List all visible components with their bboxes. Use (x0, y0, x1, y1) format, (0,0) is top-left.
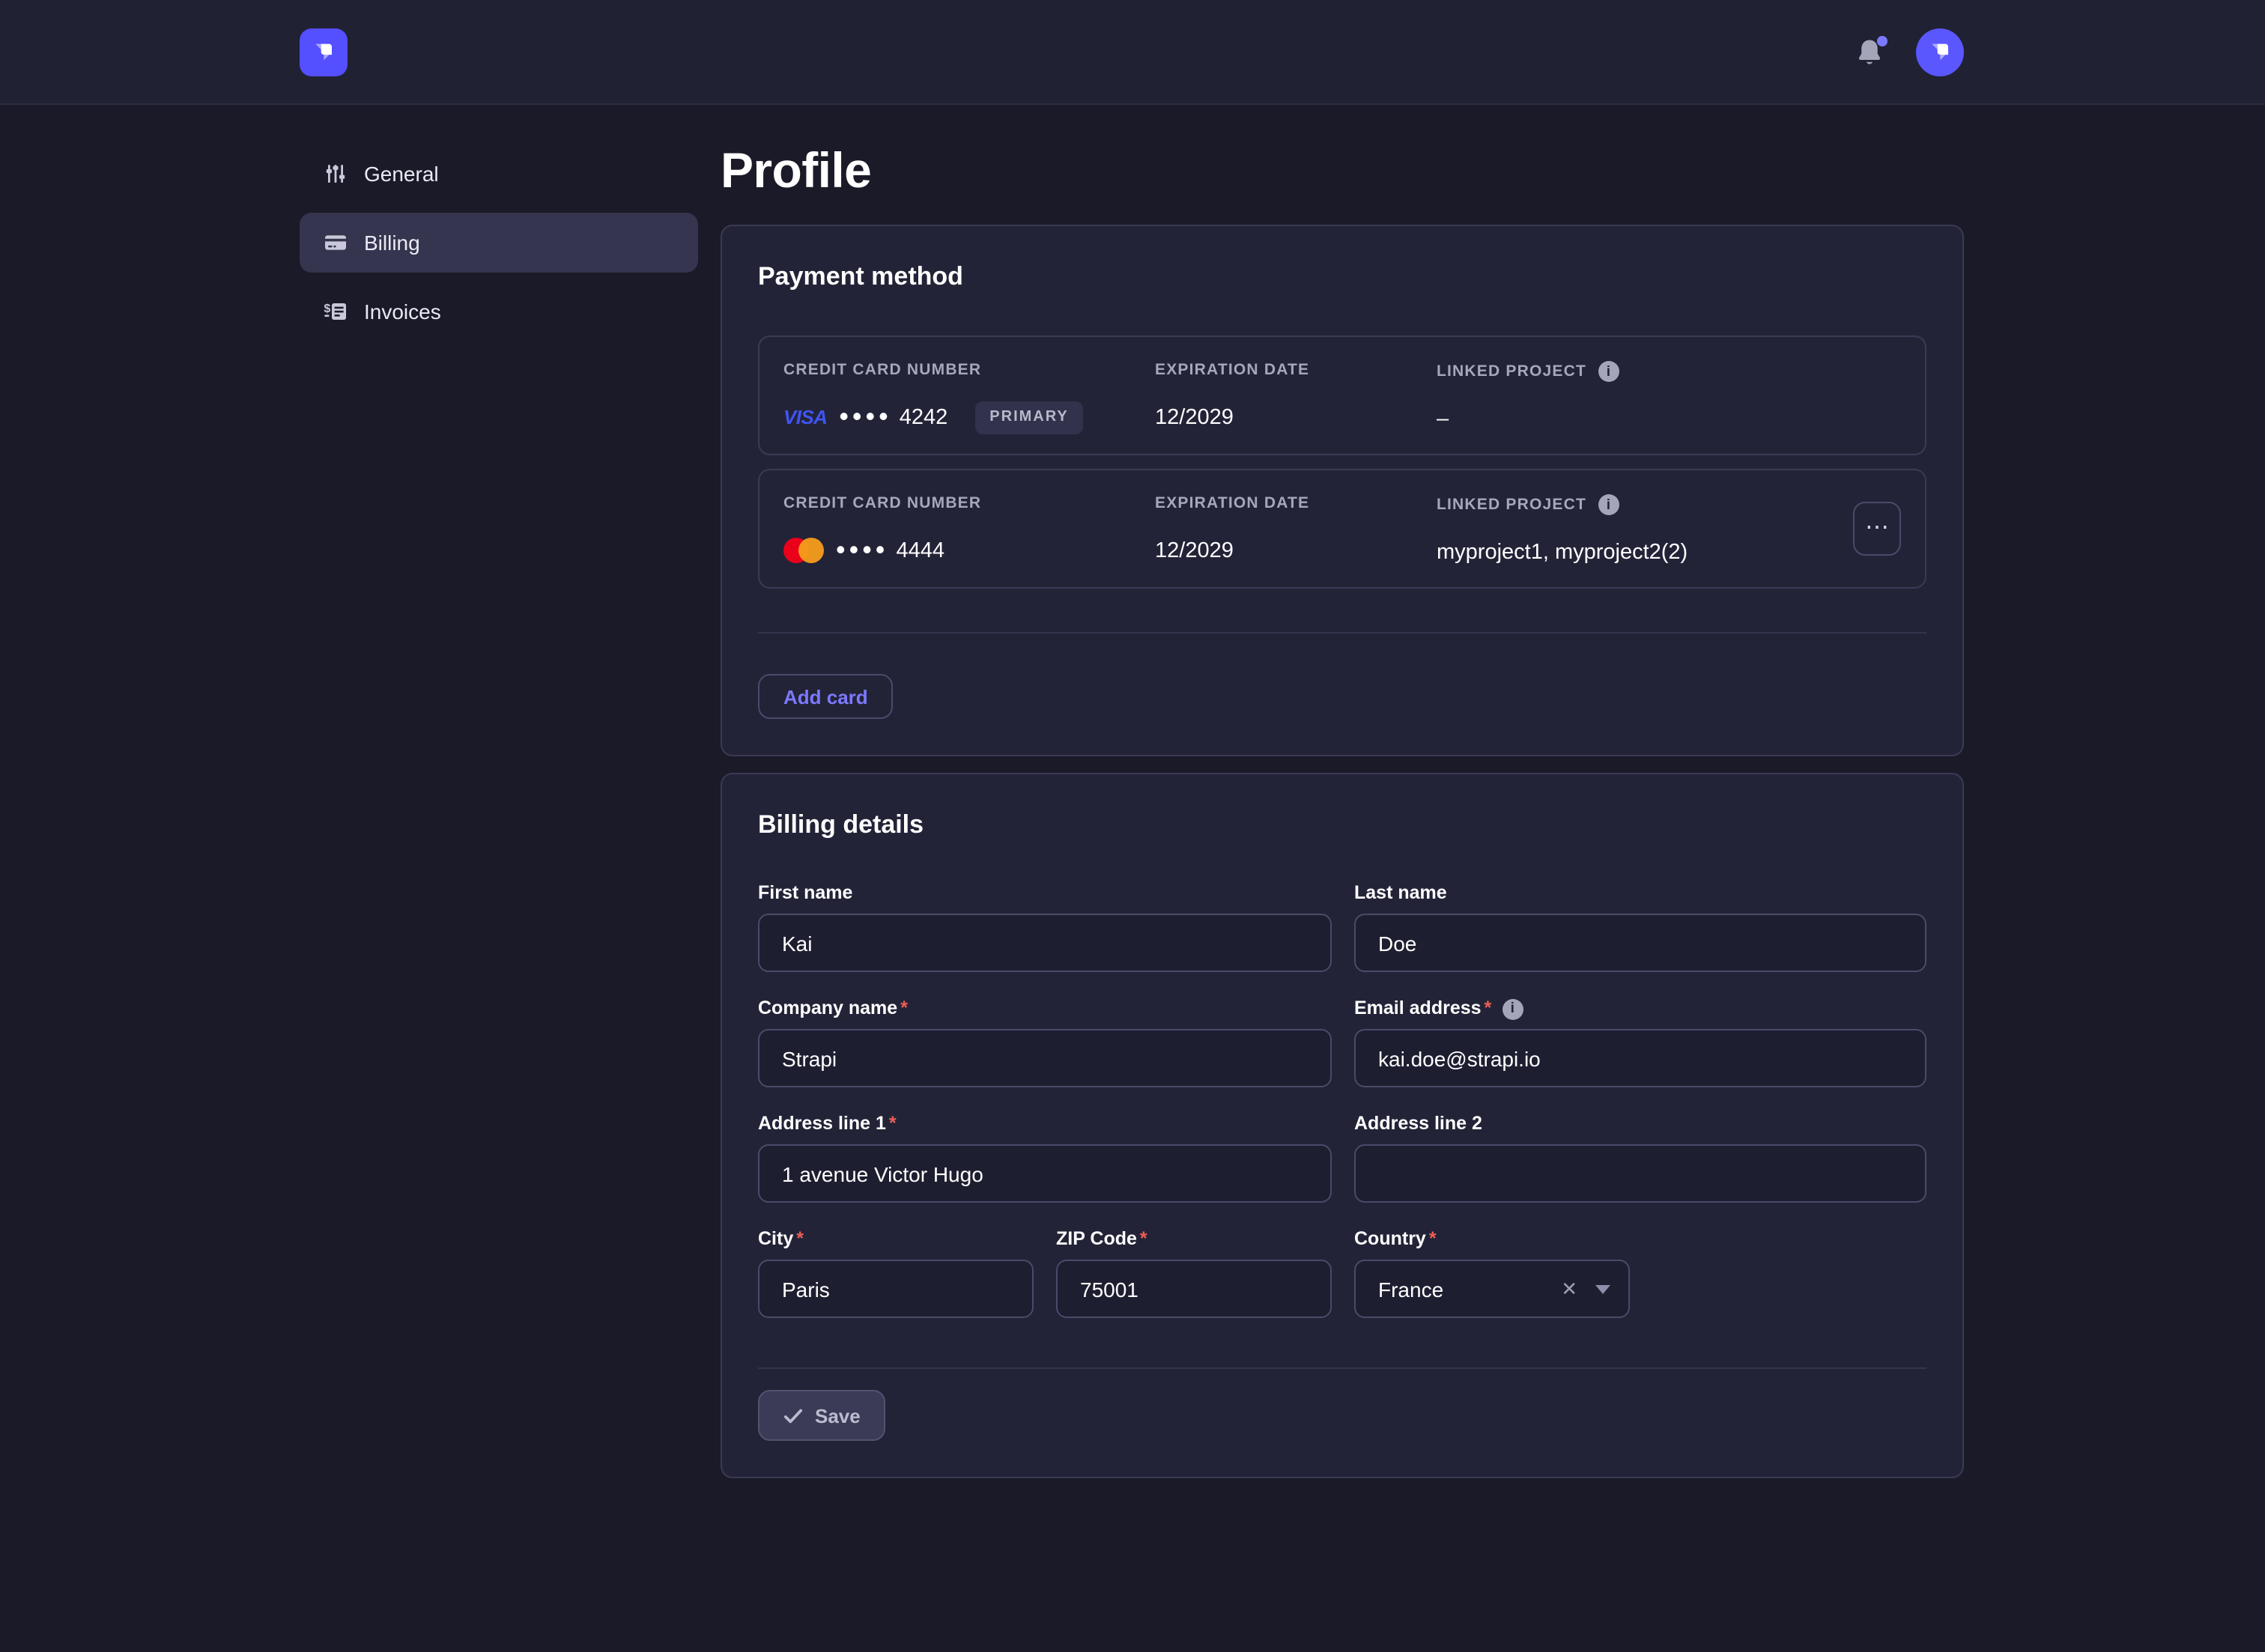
panel-divider (758, 632, 1926, 634)
sidebar-item-label: Billing (364, 231, 420, 255)
clear-selection-icon[interactable]: ✕ (1561, 1277, 1577, 1301)
primary-badge: PRIMARY (974, 401, 1084, 434)
sidebar-item-label: Invoices (364, 300, 441, 324)
card-last4: 4444 (896, 538, 944, 562)
billing-details-title: Billing details (758, 810, 1926, 840)
svg-text:$: $ (324, 303, 330, 315)
strapi-logo[interactable] (300, 28, 348, 76)
country-label: Country* (1354, 1228, 1926, 1251)
visa-logo-icon: VISA (783, 406, 827, 428)
first-name-input[interactable] (758, 914, 1332, 972)
invoice-icon: $ (324, 300, 348, 324)
country-field-group: Country* France ✕ (1354, 1228, 1926, 1318)
sliders-icon (324, 162, 348, 186)
linked-project-label: LINKED PROJECT i (1437, 494, 1901, 515)
linked-project-value: – (1437, 401, 1901, 436)
credit-card-icon (324, 231, 348, 255)
billing-form: First name Last name Company name* Email… (758, 882, 1926, 1318)
panel-divider (758, 1367, 1926, 1369)
credit-card-row-visa: CREDIT CARD NUMBER VISA •••• 4242 PRIMAR… (758, 335, 1926, 455)
last-name-label: Last name (1354, 882, 1926, 905)
required-marker: * (889, 1113, 897, 1135)
strapi-mark-icon (307, 36, 340, 69)
card-number-label: CREDIT CARD NUMBER (783, 361, 1155, 380)
card-number-value: VISA •••• 4242 PRIMARY (783, 400, 1155, 434)
linked-project-column: LINKED PROJECT i – (1437, 361, 1901, 454)
last-name-field-group: Last name (1354, 882, 1926, 972)
city-label: City* (758, 1228, 1034, 1251)
card-menu-button[interactable]: ⋯ (1853, 502, 1901, 556)
linked-project-label: LINKED PROJECT i (1437, 361, 1901, 382)
card-last4: 4242 (900, 405, 948, 429)
required-marker: * (1485, 997, 1492, 1020)
sidebar-item-general[interactable]: General (300, 144, 698, 204)
address-line1-label: Address line 1* (758, 1113, 1332, 1135)
strapi-cloud-app: General Billing $ (0, 0, 2265, 1652)
save-button[interactable]: Save (758, 1390, 886, 1441)
company-name-input[interactable] (758, 1029, 1332, 1087)
city-field-group: City* (758, 1228, 1034, 1318)
country-combobox[interactable]: France ✕ (1354, 1260, 1630, 1318)
first-name-label: First name (758, 882, 1332, 905)
add-card-button[interactable]: Add card (758, 674, 894, 719)
address-line2-label: Address line 2 (1354, 1113, 1926, 1135)
email-field-group: Email address*i (1354, 997, 1926, 1087)
masked-digits: •••• (836, 535, 888, 562)
expiration-value: 12/2029 (1155, 400, 1437, 434)
sidebar-item-billing[interactable]: Billing (300, 213, 698, 273)
last-name-input[interactable] (1354, 914, 1926, 972)
email-input[interactable] (1354, 1029, 1926, 1087)
zip-code-field-group: ZIP Code* (1056, 1228, 1332, 1318)
info-icon[interactable]: i (1598, 361, 1619, 382)
linked-project-column: LINKED PROJECT i myproject1, myproject2(… (1437, 494, 1901, 587)
company-name-field-group: Company name* (758, 997, 1332, 1087)
save-button-label: Save (815, 1404, 861, 1427)
company-name-label: Company name* (758, 997, 1332, 1020)
expiration-value: 12/2029 (1155, 533, 1437, 568)
address-line2-input[interactable] (1354, 1144, 1926, 1203)
chevron-down-icon (1595, 1284, 1610, 1293)
expiration-column: EXPIRATION DATE 12/2029 (1155, 361, 1437, 454)
card-number-value: •••• 4444 (783, 533, 1155, 568)
billing-details-panel: Billing details First name Last name Com… (721, 773, 1964, 1478)
city-input[interactable] (758, 1260, 1034, 1318)
address-line1-field-group: Address line 1* (758, 1113, 1332, 1203)
settings-sidebar: General Billing $ (300, 144, 698, 341)
zip-code-input[interactable] (1056, 1260, 1332, 1318)
address-line2-field-group: Address line 2 (1354, 1113, 1926, 1203)
city-zip-row: City* ZIP Code* (758, 1228, 1332, 1318)
address-line1-input[interactable] (758, 1144, 1332, 1203)
card-number-column: CREDIT CARD NUMBER VISA •••• 4242 PRIMAR… (783, 361, 1155, 454)
masked-digits: •••• (839, 402, 891, 429)
sidebar-item-label: General (364, 162, 439, 186)
info-icon[interactable]: i (1598, 494, 1619, 515)
check-icon (783, 1406, 803, 1425)
linked-project-value: myproject1, myproject2(2) (1437, 535, 1901, 569)
info-icon[interactable]: i (1502, 998, 1523, 1019)
required-marker: * (1140, 1228, 1147, 1251)
zip-code-label: ZIP Code* (1056, 1228, 1332, 1251)
country-value: France (1378, 1277, 1561, 1301)
page-title: Profile (721, 141, 1964, 201)
required-marker: * (1429, 1228, 1437, 1251)
card-number-label: CREDIT CARD NUMBER (783, 494, 1155, 514)
expiration-label: EXPIRATION DATE (1155, 494, 1437, 514)
required-marker: * (900, 997, 908, 1020)
payment-method-title: Payment method (758, 262, 1926, 292)
email-label: Email address*i (1354, 997, 1926, 1020)
mastercard-logo-icon (783, 538, 824, 563)
sidebar-item-invoices[interactable]: $ Invoices (300, 282, 698, 341)
expiration-label: EXPIRATION DATE (1155, 361, 1437, 380)
first-name-field-group: First name (758, 882, 1332, 972)
main-content: Profile Payment method CREDIT CARD NUMBE… (721, 0, 1964, 1495)
required-marker: * (796, 1228, 804, 1251)
payment-method-panel: Payment method CREDIT CARD NUMBER VISA •… (721, 225, 1964, 756)
credit-card-row-mastercard: CREDIT CARD NUMBER •••• 4444 EXPIRATION … (758, 469, 1926, 589)
card-number-column: CREDIT CARD NUMBER •••• 4444 (783, 494, 1155, 587)
expiration-column: EXPIRATION DATE 12/2029 (1155, 494, 1437, 587)
